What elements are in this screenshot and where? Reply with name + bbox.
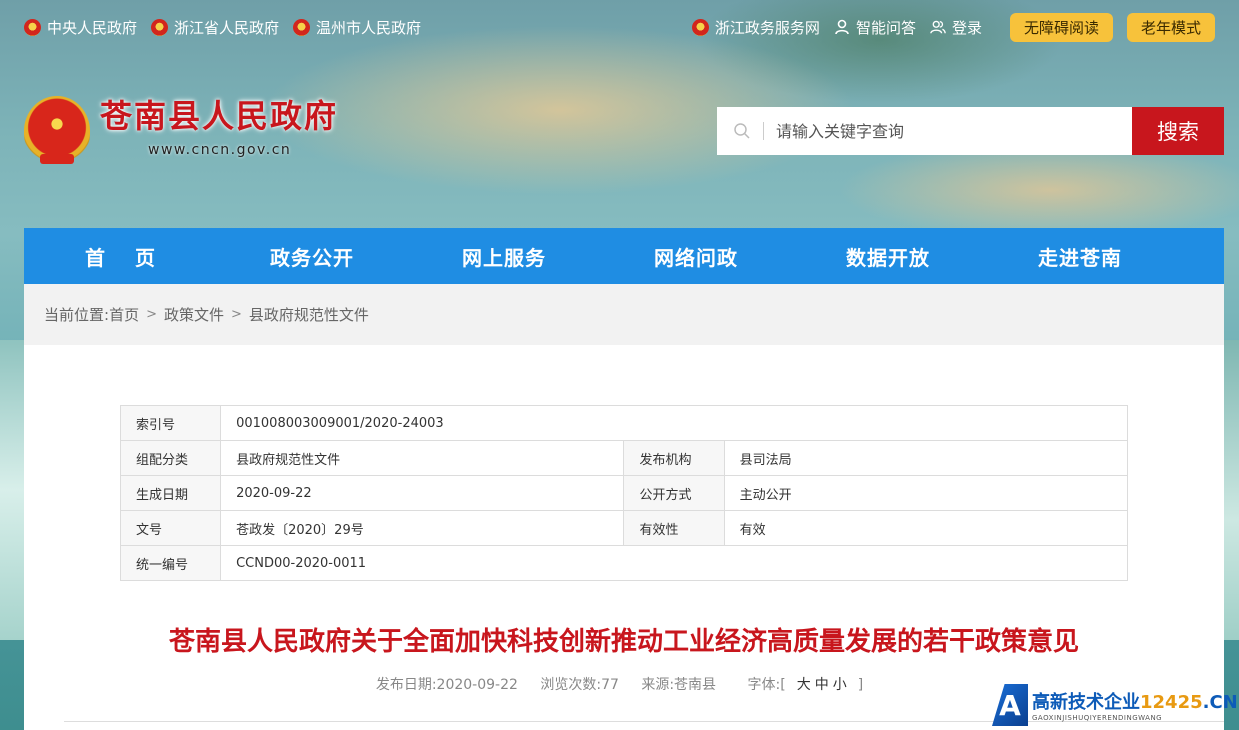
link-label: 智能问答 [855,18,916,37]
breadcrumb: 当前位置: 首页 > 政策文件 > 县政府规范性文件 [24,284,1224,345]
main-nav: 首页 政务公开 网上服务 网络问政 数据开放 走进苍南 [24,228,1224,284]
watermark-number: 12425 [1140,692,1203,713]
meta-value: 2020-09-22 [220,475,625,511]
search-divider [763,122,764,140]
meta-label: 统一编号 [119,545,222,581]
link-login[interactable]: 登录 [930,17,982,38]
national-emblem-icon [293,18,311,36]
meta-value: 有效 [723,510,1129,546]
search-icon [734,123,750,139]
breadcrumb-policy-files[interactable]: 政策文件 [164,304,224,325]
meta-value: 县政府规范性文件 [220,440,625,476]
link-label: 中央人民政府 [47,18,138,37]
publish-date: 发布日期:2020-09-22 [375,677,518,693]
font-size-medium[interactable]: 中 [815,677,829,693]
watermark-suffix: .CN [1202,692,1238,713]
search-bar: 搜索 [717,107,1224,155]
meta-label: 组配分类 [119,440,222,476]
person-icon [835,19,849,35]
watermark-letter: A [992,684,1028,726]
link-label: 浙江省人民政府 [174,18,280,37]
article-title: 苍南县人民政府关于全面加快科技创新推动工业经济高质量发展的若干政策意见 [168,627,1079,657]
site-logo[interactable]: 苍南县人民政府 www.cncn.gov.cn [24,96,338,166]
nav-item-open-data[interactable]: 数据开放 [792,228,984,284]
link-zhejiang-service[interactable]: 浙江政务服务网 [691,17,820,38]
national-emblem-icon [151,18,169,36]
breadcrumb-normative-files[interactable]: 县政府规范性文件 [249,304,369,325]
top-right-links: 浙江政务服务网 智能问答 登录 无障碍阅读 老年模式 [691,12,1215,42]
meta-label: 有效性 [623,510,725,546]
article-content: 索引号 001008003009001/2020-24003 组配分类 县政府规… [24,345,1224,730]
meta-value: 主动公开 [723,475,1129,511]
national-emblem-icon [691,18,709,36]
meta-value: 001008003009001/2020-24003 [220,405,1128,441]
accessibility-button[interactable]: 无障碍阅读 [1009,12,1113,42]
logo-text: 苍南县人民政府 www.cncn.gov.cn [100,96,338,158]
search-input[interactable] [776,121,1132,141]
font-size-large[interactable]: 大 [797,677,811,693]
link-smart-qa[interactable]: 智能问答 [834,17,916,38]
search-button[interactable]: 搜索 [1132,107,1224,155]
watermark-logo: A 高新技术企业12425.CN GAOXINJISHUQIYERENDINGW… [992,683,1239,727]
link-label: 登录 [951,18,982,37]
breadcrumb-separator: > [231,307,242,322]
link-central-government[interactable]: 中央人民政府 [24,17,137,38]
table-row: 统一编号 CCND00-2020-0011 [119,545,1128,581]
watermark-main: 高新技术企业12425.CN [1032,688,1238,714]
article-source: 来源:苍南县 [641,677,717,693]
nav-item-about-cangnan[interactable]: 走进苍南 [984,228,1176,284]
site-url: www.cncn.gov.cn [148,142,292,158]
font-size-bracket: ] [857,677,864,693]
meta-label: 索引号 [119,405,222,441]
table-row: 组配分类 县政府规范性文件 发布机构 县司法局 [119,440,1129,476]
link-zhejiang-government[interactable]: 浙江省人民政府 [151,17,279,38]
meta-value: CCND00-2020-0011 [220,545,1128,581]
table-row: 生成日期 2020-09-22 公开方式 主动公开 [119,475,1129,511]
view-count: 浏览次数:77 [540,677,619,693]
nav-item-online-service[interactable]: 网上服务 [408,228,600,284]
meta-label: 生成日期 [119,475,222,511]
breadcrumb-prefix: 当前位置: [44,306,110,324]
font-size-control: 字体:[ 大中小] [739,677,873,693]
watermark-text: 高新技术企业12425.CN GAOXINJISHUQIYERENDINGWAN… [1032,688,1238,722]
link-label: 温州市人民政府 [316,18,422,37]
nav-item-home[interactable]: 首页 [24,228,216,284]
breadcrumb-separator: > [146,307,157,322]
top-bar: 中央人民政府 浙江省人民政府 温州市人民政府 浙江政务服务网 智能问答 登录 无… [24,10,1215,44]
watermark-sub: GAOXINJISHUQIYERENDINGWANG [1032,714,1163,722]
link-wenzhou-government[interactable]: 温州市人民政府 [293,17,421,38]
nav-item-online-inquiry[interactable]: 网络问政 [600,228,792,284]
meta-label: 公开方式 [623,475,725,511]
meta-value: 县司法局 [723,440,1129,476]
users-icon [930,20,946,34]
national-emblem-icon [24,18,41,36]
top-left-links: 中央人民政府 浙江省人民政府 温州市人民政府 [24,17,421,38]
font-size-label: 字体:[ [747,677,786,693]
nav-item-open-government[interactable]: 政务公开 [216,228,408,284]
meta-label: 发布机构 [623,440,725,476]
search-box [717,107,1132,155]
meta-label: 文号 [119,510,222,546]
document-meta-table: 索引号 001008003009001/2020-24003 组配分类 县政府规… [119,405,1129,581]
site-name: 苍南县人民政府 [100,97,339,135]
breadcrumb-home[interactable]: 首页 [109,304,139,325]
national-emblem-logo-icon [24,96,90,166]
link-label: 浙江政务服务网 [714,18,820,37]
watermark-main-text: 高新技术企业 [1032,692,1140,713]
meta-value: 苍政发〔2020〕29号 [220,510,625,546]
table-row: 文号 苍政发〔2020〕29号 有效性 有效 [119,510,1129,546]
font-size-small[interactable]: 小 [833,677,847,693]
elder-mode-button[interactable]: 老年模式 [1126,12,1215,42]
table-row: 索引号 001008003009001/2020-24003 [119,405,1128,441]
